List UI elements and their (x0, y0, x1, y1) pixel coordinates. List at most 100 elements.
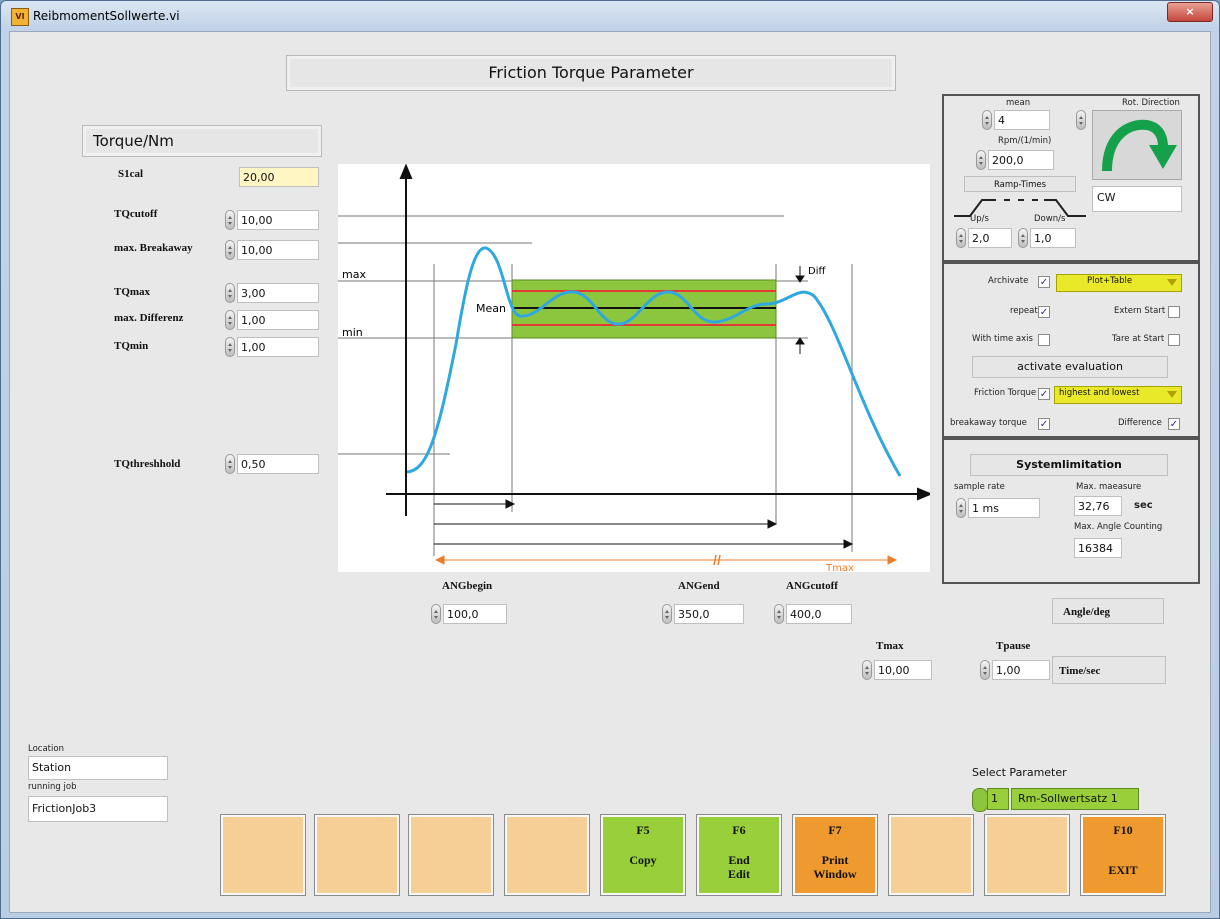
up-field[interactable]: 2,0 (968, 228, 1012, 248)
copy-label: Copy (629, 853, 657, 867)
location-label: Location (28, 744, 64, 754)
print-window-button[interactable]: F7 Print Window (792, 814, 878, 896)
friction-mode-dropdown[interactable]: highest and lowest (1054, 386, 1182, 404)
down-label: Down/s (1034, 214, 1066, 224)
fkey-button-8[interactable] (888, 814, 974, 896)
archivate-mode-dropdown[interactable]: Plot+Table (1056, 274, 1182, 292)
s1cal-field[interactable]: 20,00 (239, 167, 319, 187)
friction-torque-diagram: max Mean min Diff Tmax (338, 164, 930, 572)
friction-mode-value: highest and lowest (1059, 388, 1140, 398)
down-spinner[interactable] (1018, 228, 1028, 248)
tqcutoff-spinner[interactable] (225, 210, 235, 230)
copy-button[interactable]: F5 Copy (600, 814, 686, 896)
tqmax-field[interactable]: 3,00 (237, 283, 319, 303)
fkey-button-1[interactable] (220, 814, 306, 896)
tqmin-field[interactable]: 1,00 (237, 337, 319, 357)
parameter-index[interactable]: 1 (987, 788, 1009, 810)
up-spinner[interactable] (956, 228, 966, 248)
tqthreshhold-field[interactable]: 0,50 (237, 454, 319, 474)
s1cal-label: S1cal (118, 168, 144, 180)
torque-heading: Torque/Nm (82, 125, 322, 157)
breakaway-torque-checkbox[interactable]: ✓ (1038, 418, 1050, 430)
tolerance-band (511, 279, 777, 339)
rot-direction-value: CW (1092, 186, 1182, 212)
extern-start-checkbox[interactable] (1168, 306, 1180, 318)
title-bar: VI ReibmomentSollwerte.vi × (1, 1, 1219, 29)
max-breakaway-label: max. Breakaway (114, 242, 193, 254)
tpause-field[interactable]: 1,00 (992, 660, 1050, 680)
fkey-button-4[interactable] (504, 814, 590, 896)
angcutoff-spinner[interactable] (774, 604, 784, 624)
fkey-button-3[interactable] (408, 814, 494, 896)
breakaway-torque-label: breakaway torque (950, 418, 1027, 428)
max-differenz-spinner[interactable] (225, 310, 235, 330)
activate-evaluation-button[interactable]: activate evaluation (972, 356, 1168, 378)
sample-rate-label: sample rate (954, 482, 1005, 492)
down-field[interactable]: 1,0 (1030, 228, 1076, 248)
running-job-label: running job (28, 782, 77, 792)
max-differenz-field[interactable]: 1,00 (237, 310, 319, 330)
archivate-checkbox[interactable]: ✓ (1038, 276, 1050, 288)
dropdown-arrow-icon (1167, 391, 1177, 398)
tmax-spinner[interactable] (862, 660, 872, 680)
time-axis-checkbox[interactable] (1038, 334, 1050, 346)
tmax-field[interactable]: 10,00 (874, 660, 932, 680)
tqmin-spinner[interactable] (225, 337, 235, 357)
angle-unit: Angle/deg (1052, 598, 1164, 624)
tqmax-spinner[interactable] (225, 283, 235, 303)
mean-spinner[interactable] (982, 110, 992, 130)
friction-torque-checkbox[interactable]: ✓ (1038, 388, 1050, 400)
tqcutoff-field[interactable]: 10,00 (237, 210, 319, 230)
torque-heading-label: Torque/Nm (93, 132, 174, 150)
angbegin-spinner[interactable] (431, 604, 441, 624)
tmax-diagram-label: Tmax (825, 563, 854, 572)
time-unit: Time/sec (1052, 656, 1166, 684)
angend-field[interactable]: 350,0 (674, 604, 744, 624)
print-window-label: Print Window (813, 853, 857, 881)
tpause-spinner[interactable] (980, 660, 990, 680)
end-edit-label: End Edit (727, 853, 750, 881)
max-breakaway-field[interactable]: 10,00 (237, 240, 319, 260)
sample-rate-spinner[interactable] (956, 498, 966, 518)
drive-panel: mean 4 Rpm/(1/min) 200,0 Ramp-Times Up/s… (942, 94, 1200, 262)
rpm-spinner[interactable] (976, 150, 986, 170)
rpm-field[interactable]: 200,0 (988, 150, 1054, 170)
mean-field[interactable]: 4 (994, 110, 1050, 130)
diff-label: Diff (808, 266, 826, 277)
rpm-label: Rpm/(1/min) (998, 136, 1052, 146)
difference-label: Difference (1118, 418, 1162, 428)
angcutoff-field[interactable]: 400,0 (786, 604, 852, 624)
max-measure-label: Max. maeasure (1076, 482, 1142, 492)
exit-button[interactable]: F10 EXIT (1080, 814, 1166, 896)
max-breakaway-spinner[interactable] (225, 240, 235, 260)
max-angle-field: 16384 (1074, 538, 1122, 558)
max-differenz-label: max. Differenz (114, 312, 184, 324)
fkey-button-2[interactable] (314, 814, 400, 896)
angbegin-label: ANGbegin (442, 580, 493, 592)
tqmax-label: TQmax (114, 286, 151, 298)
mean-label: Mean (476, 302, 506, 315)
parameter-selector[interactable] (972, 788, 988, 812)
tqthreshhold-spinner[interactable] (225, 454, 235, 474)
time-axis-label: With time axis (972, 334, 1033, 344)
repeat-checkbox[interactable]: ✓ (1038, 306, 1050, 318)
systemlimitation-panel: Systemlimitation sample rate 1 ms Max. m… (942, 438, 1200, 584)
rot-direction-button[interactable] (1092, 110, 1182, 180)
end-edit-button[interactable]: F6 End Edit (696, 814, 782, 896)
mean-label: mean (1006, 98, 1031, 108)
sample-rate-field[interactable]: 1 ms (968, 498, 1040, 518)
options-panel: Archivate ✓ Plot+Table repeat ✓ Extern S… (942, 262, 1200, 438)
difference-checkbox[interactable]: ✓ (1168, 418, 1180, 430)
fkey-button-9[interactable] (984, 814, 1070, 896)
parameter-name: Rm-Sollwertsatz 1 (1011, 788, 1139, 810)
tare-checkbox[interactable] (1168, 334, 1180, 346)
angend-spinner[interactable] (662, 604, 672, 624)
angbegin-field[interactable]: 100,0 (443, 604, 507, 624)
close-button[interactable]: × (1167, 2, 1213, 22)
rot-direction-spinner[interactable] (1076, 110, 1086, 130)
window-title: ReibmomentSollwerte.vi (33, 9, 180, 23)
angcutoff-label: ANGcutoff (786, 580, 838, 592)
select-parameter-label: Select Parameter (972, 766, 1067, 779)
diagram-background (338, 164, 930, 572)
tpause-label: Tpause (996, 640, 1031, 652)
